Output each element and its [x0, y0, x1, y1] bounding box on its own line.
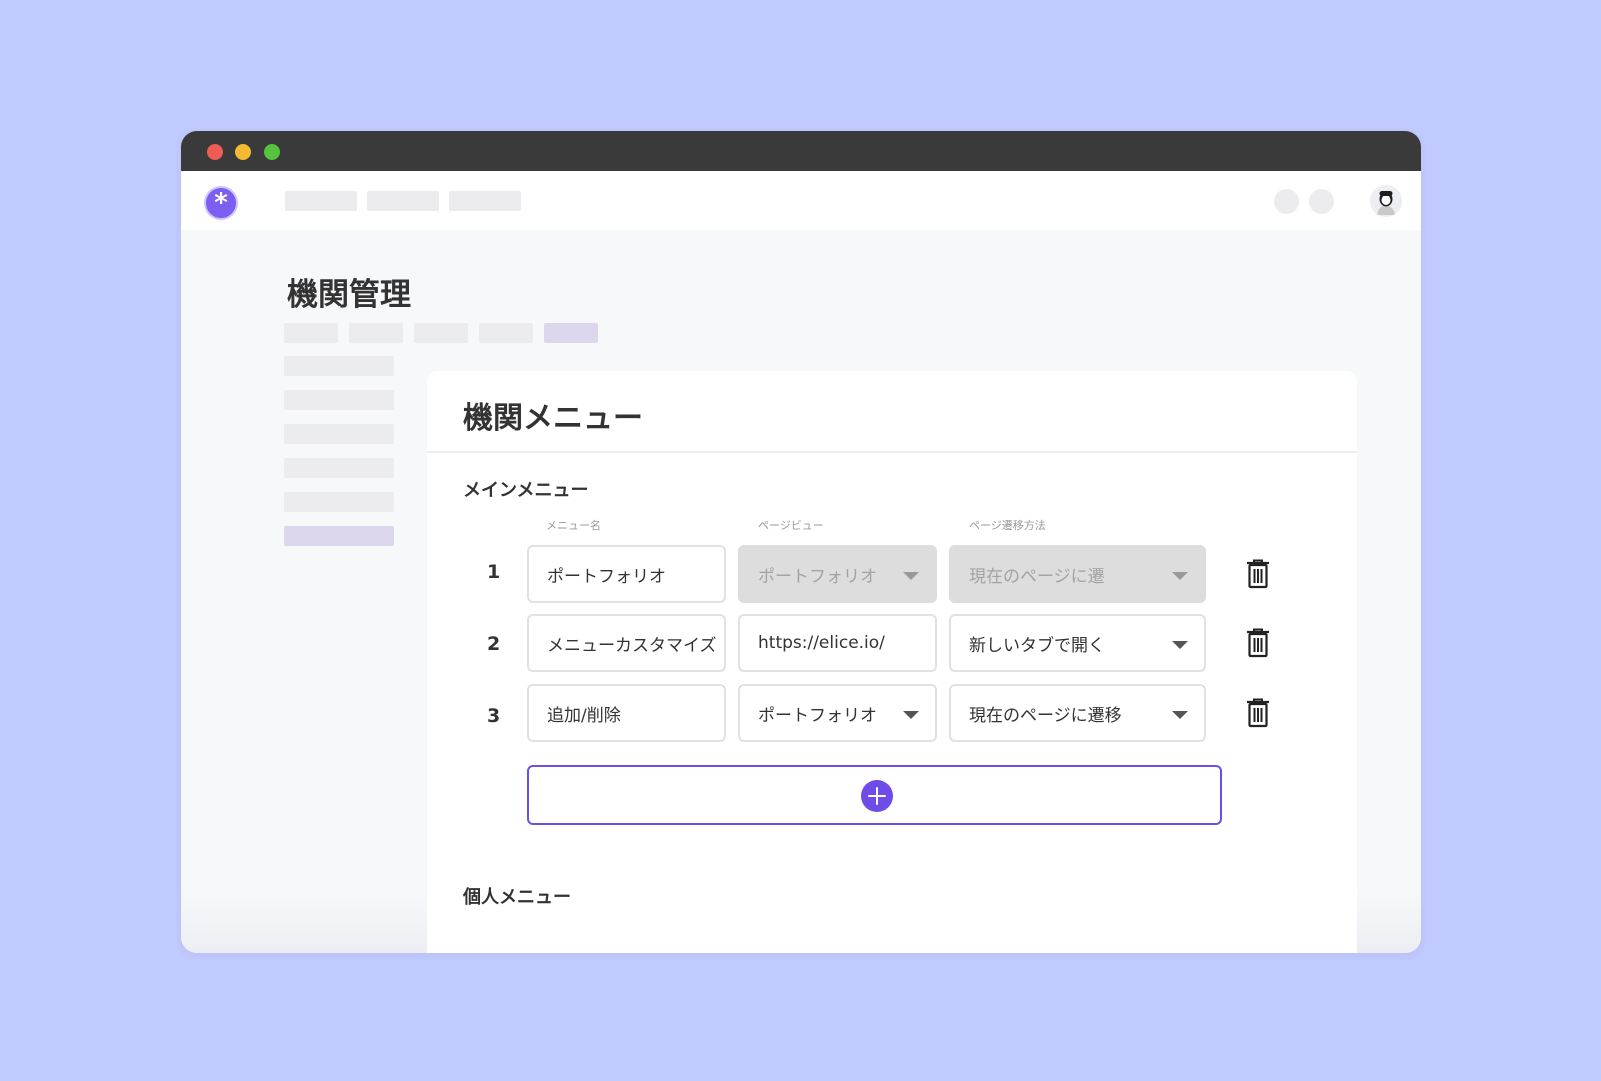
- trash-icon[interactable]: [1245, 698, 1271, 728]
- menu-name-input[interactable]: ポートフォリオ: [527, 545, 726, 603]
- sidebar-placeholder-3[interactable]: [284, 424, 394, 444]
- window-titlebar: [181, 131, 1421, 171]
- transition-value: 新しいタブで開く: [969, 635, 1105, 656]
- personal-menu-section-title: 個人メニュー: [463, 887, 571, 908]
- nav-placeholder-1[interactable]: [285, 191, 357, 211]
- chevron-down-icon: [1172, 711, 1188, 719]
- menu-settings-card: 機関メニュー メインメニュー メニュー名 ページビュー ページ遷移方法 1 ポー…: [427, 371, 1357, 953]
- chevron-down-icon: [903, 572, 919, 580]
- column-header-menu-name: メニュー名: [546, 519, 601, 532]
- column-header-transition: ページ遷移方法: [969, 519, 1046, 532]
- tab-placeholder-2[interactable]: [349, 323, 403, 343]
- chevron-down-icon: [1172, 572, 1188, 580]
- add-menu-item-button[interactable]: [527, 765, 1222, 825]
- transition-value: 現在のページに遷移: [969, 705, 1122, 726]
- page-title: 機関管理: [287, 277, 411, 313]
- asterisk-logo-icon[interactable]: *: [204, 186, 238, 220]
- tab-placeholder-3[interactable]: [414, 323, 468, 343]
- header-icon-placeholder-1[interactable]: [1274, 189, 1299, 214]
- tab-placeholder-4[interactable]: [479, 323, 533, 343]
- browser-window: * 機関管理 機関メニュー メインメニュー メニュー名 ページビュー ページ遷移…: [181, 131, 1421, 953]
- close-window-button[interactable]: [207, 144, 223, 160]
- page-url-value: https://elice.io/: [758, 633, 885, 653]
- sidebar-placeholder-4[interactable]: [284, 458, 394, 478]
- header-icon-placeholder-2[interactable]: [1309, 189, 1334, 214]
- nav-placeholder-3[interactable]: [449, 191, 521, 211]
- row-number: 2: [487, 633, 501, 655]
- sidebar-placeholder-active[interactable]: [284, 526, 394, 546]
- column-header-page-view: ページビュー: [758, 519, 824, 532]
- menu-name-value: 追加/削除: [547, 705, 621, 726]
- card-divider: [427, 451, 1357, 453]
- transition-select[interactable]: 現在のページに遷移: [949, 684, 1206, 742]
- menu-name-input[interactable]: メニューカスタマイズ: [527, 614, 726, 672]
- avatar[interactable]: [1370, 185, 1402, 217]
- menu-name-value: ポートフォリオ: [547, 566, 666, 587]
- card-title: 機関メニュー: [463, 401, 643, 436]
- tab-placeholder-active[interactable]: [544, 323, 598, 343]
- trash-icon[interactable]: [1245, 559, 1271, 589]
- minimize-window-button[interactable]: [235, 144, 251, 160]
- page-view-value: ポートフォリオ: [758, 566, 877, 587]
- sidebar-placeholder-2[interactable]: [284, 390, 394, 410]
- transition-select[interactable]: 新しいタブで開く: [949, 614, 1206, 672]
- menu-name-value: メニューカスタマイズ: [547, 635, 717, 656]
- sidebar-placeholder-1[interactable]: [284, 356, 394, 376]
- menu-name-input[interactable]: 追加/削除: [527, 684, 726, 742]
- plus-circle-icon: [861, 780, 893, 812]
- trash-icon[interactable]: [1245, 628, 1271, 658]
- row-number: 3: [487, 705, 501, 727]
- zoom-window-button[interactable]: [264, 144, 280, 160]
- page-view-select[interactable]: ポートフォリオ: [738, 684, 937, 742]
- tab-placeholder-1[interactable]: [284, 323, 338, 343]
- chevron-down-icon: [903, 711, 919, 719]
- sidebar-placeholder-5[interactable]: [284, 492, 394, 512]
- row-number: 1: [487, 561, 501, 583]
- nav-placeholder-2[interactable]: [367, 191, 439, 211]
- chevron-down-icon: [1172, 641, 1188, 649]
- user-avatar-icon: [1370, 185, 1402, 217]
- transition-value: 現在のページに遷: [969, 566, 1105, 587]
- transition-select: 現在のページに遷: [949, 545, 1206, 603]
- main-menu-section-title: メインメニュー: [463, 480, 589, 501]
- page-view-value: ポートフォリオ: [758, 705, 877, 726]
- page-url-input[interactable]: https://elice.io/: [738, 614, 937, 672]
- page-view-select: ポートフォリオ: [738, 545, 937, 603]
- top-navigation: *: [181, 171, 1421, 230]
